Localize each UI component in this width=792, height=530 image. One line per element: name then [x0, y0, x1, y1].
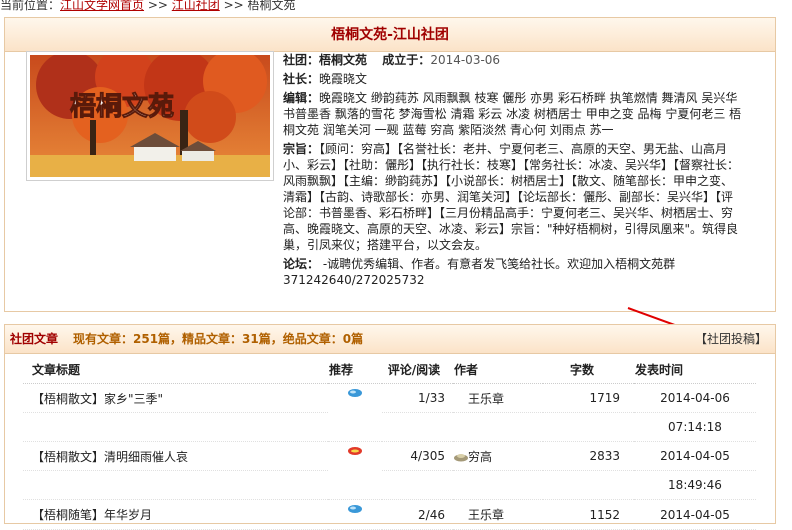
club-banner-image: 梧桐文苑 — [26, 51, 274, 181]
word-count: 2833 — [543, 441, 634, 471]
president-name: 晚霞晓文 — [319, 72, 368, 86]
column-header-comments-views: 评论/阅读 — [382, 355, 453, 384]
articles-stats: 现有文章：251篇，精品文章：31篇，绝品文章：0篇 — [73, 332, 364, 346]
founded-date: 2014-03-06 — [430, 53, 501, 67]
breadcrumb-home-link[interactable]: 江山文学网首页 — [60, 0, 144, 12]
word-count: 1719 — [543, 383, 634, 413]
purpose-row: 宗旨：【顾问：穷高】【名誉社长：老井、宁夏何老三、高原的天空、男无盐、山高月小、… — [283, 141, 743, 253]
recommend-blue-icon — [348, 389, 362, 397]
submit-article-link[interactable]: 【社团投稿】 — [695, 325, 767, 354]
banner-title: 梧桐文苑 — [70, 91, 174, 122]
breadcrumb-separator: >> — [219, 0, 248, 12]
table-row: 18:49:46 — [23, 470, 756, 500]
comments-views: 2/46 — [382, 499, 453, 530]
articles-header: 社团文章 现有文章：251篇，精品文章：31篇，绝品文章：0篇 【社团投稿】 — [5, 325, 775, 354]
comments-views: 4/305 — [382, 441, 453, 471]
column-header-recommend: 推荐 — [328, 355, 382, 384]
forum-text: -诚聘优秀编辑、作者。有意者发飞笺给社长。欢迎加入梧桐文苑群371242640/… — [283, 257, 676, 287]
breadcrumb-club-link[interactable]: 江山社团 — [172, 0, 220, 12]
breadcrumb: 当前位置：江山文学网首页 >> 江山社团 >> 梧桐文苑 — [0, 0, 296, 13]
article-table: 文章标题 推荐 评论/阅读 作者 字数 发表时间 【梧桐散文】家乡"三季" 1/… — [23, 355, 756, 530]
author-name[interactable]: 王乐章 — [454, 508, 504, 522]
column-header-title: 文章标题 — [23, 355, 328, 384]
founded-label: 成立于： — [382, 53, 431, 67]
table-header-row: 文章标题 推荐 评论/阅读 作者 字数 发表时间 — [23, 355, 756, 384]
club-name-row: 社团：梧桐文苑 成立于：2014-03-06 — [283, 52, 743, 68]
author-badge-icon — [454, 454, 468, 462]
author-name[interactable]: 穷高 — [468, 450, 492, 464]
breadcrumb-current: 梧桐文苑 — [247, 0, 296, 12]
purpose-label: 宗旨： — [283, 142, 320, 156]
articles-header-title: 社团文章 — [10, 332, 59, 346]
article-title-link[interactable]: 【梧桐散文】清明细雨催人哀 — [32, 450, 188, 464]
purpose-text: 【顾问：穷高】【名誉社长：老井、宁夏何老三、高原的天空、男无盐、山高月小、彩云】… — [283, 142, 740, 252]
editors-row: 编辑：晚霞晓文 缈韵莼苏 风雨飘飘 枝寒 儷彤 亦男 彩石桥畔 执笔燃情 舞清风… — [283, 90, 743, 138]
forum-label: 论坛： — [283, 257, 320, 271]
article-title-link[interactable]: 【梧桐随笔】年华岁月 — [32, 508, 152, 522]
column-header-author: 作者 — [453, 355, 543, 384]
publish-date: 2014-04-06 — [634, 383, 756, 413]
club-name: 梧桐文苑 — [319, 53, 368, 67]
editors-list: 晚霞晓文 缈韵莼苏 风雨飘飘 枝寒 儷彤 亦男 彩石桥畔 执笔燃情 舞清风 吴兴… — [283, 91, 742, 137]
article-title-link[interactable]: 【梧桐散文】家乡"三季" — [32, 392, 163, 406]
publish-time: 07:14:18 — [634, 412, 756, 442]
word-count: 1152 — [543, 499, 634, 530]
publish-date: 2014-04-05 — [634, 499, 756, 530]
table-row: 【梧桐散文】清明细雨催人哀 4/305 穷高 2833 2014-04-05 — [23, 441, 756, 500]
author-name[interactable]: 王乐章 — [454, 392, 504, 406]
publish-date: 2014-04-05 — [634, 441, 756, 471]
editors-label: 编辑： — [283, 91, 320, 105]
club-details: 社团：梧桐文苑 成立于：2014-03-06 社长：晚霞晓文 编辑：晚霞晓文 缈… — [283, 52, 743, 291]
breadcrumb-separator: >> — [144, 0, 172, 12]
comments-views: 1/33 — [382, 383, 453, 413]
recommend-blue-icon — [348, 505, 362, 513]
president-label: 社长： — [283, 72, 320, 86]
publish-time: 18:49:46 — [634, 470, 756, 500]
column-header-publish-time: 发表时间 — [634, 355, 756, 384]
table-row: 【梧桐散文】家乡"三季" 1/33 王乐章 1719 2014-04-06 — [23, 383, 756, 442]
table-row: 07:14:18 — [23, 412, 756, 442]
column-header-word-count: 字数 — [543, 355, 634, 384]
breadcrumb-prefix: 当前位置： — [0, 0, 61, 12]
forum-row: 论坛： -诚聘优秀编辑、作者。有意者发飞笺给社长。欢迎加入梧桐文苑群371242… — [283, 256, 743, 288]
club-name-label: 社团： — [283, 53, 320, 67]
table-row: 【梧桐随笔】年华岁月 2/46 王乐章 1152 2014-04-05 — [23, 499, 756, 530]
recommend-red-icon — [348, 447, 362, 455]
club-title: 梧桐文苑-江山社团 — [5, 18, 775, 52]
president-row: 社长：晚霞晓文 — [283, 71, 743, 87]
